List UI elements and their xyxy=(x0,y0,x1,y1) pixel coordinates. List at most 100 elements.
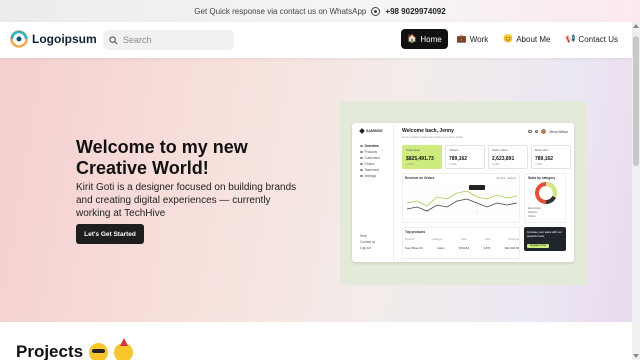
nav-work-label: Work xyxy=(469,34,489,44)
mockup-menu-label: Statement xyxy=(364,168,380,172)
search-input[interactable] xyxy=(123,35,223,45)
mockup-menu-label: Customers xyxy=(364,156,380,160)
table-cell: Audio xyxy=(437,246,445,250)
mockup-category-legend: Electronics Fashion Others xyxy=(528,207,541,219)
hero-title: Welcome to my new Creative World! xyxy=(76,137,248,178)
mockup-main: Welcome back, Jenny Here's what's happen… xyxy=(400,123,574,262)
dashboard-mockup: SAMWISE Overview Products Customers Orde… xyxy=(352,123,574,262)
mockup-promo-card: Increase your sales with our powerful to… xyxy=(524,227,566,251)
stat-value: 789,162 xyxy=(449,156,468,162)
dashboard-preview-image: SAMWISE Overview Products Customers Orde… xyxy=(340,101,587,285)
menu-item-icon xyxy=(360,156,363,160)
announcement-bar: Get Quick response via contact us on Wha… xyxy=(0,0,640,22)
mockup-greeting: Welcome back, Jenny xyxy=(402,128,454,134)
stat-change: +1.2% xyxy=(492,163,500,166)
mockup-menu-item: Settings xyxy=(360,173,380,179)
mockup-products-title: Top products xyxy=(405,230,426,234)
mockup-category-panel: Sales by category Electronics Fashion Ot… xyxy=(524,173,566,223)
mockup-sidebar: SAMWISE Overview Products Customers Orde… xyxy=(352,123,394,262)
stat-change: +1.2% xyxy=(535,163,543,166)
stat-label: Visitors xyxy=(449,148,459,152)
stat-label: Refunded xyxy=(535,148,549,152)
mockup-search-icon xyxy=(528,129,532,134)
nav-about-label: About Me xyxy=(516,34,551,44)
promo-button: Upgrade to Pro xyxy=(527,244,549,248)
mockup-menu-label: Orders xyxy=(364,162,375,166)
mockup-revenue-chart: Revenue on Orders All time · Export xyxy=(402,173,520,223)
legend-item: Others xyxy=(528,215,536,218)
nav-home-label: Home xyxy=(420,34,442,44)
mockup-menu-label: Products xyxy=(364,150,378,154)
menu-item-icon xyxy=(360,144,363,148)
nav-home[interactable]: 🏠 Home xyxy=(401,29,448,49)
table-header-cell: Category xyxy=(432,238,443,241)
main-nav: 🏠 Home 💼 Work 😊 About Me 📢 Contact Us xyxy=(401,29,624,49)
announcement-text: Get Quick response via contact us on Wha… xyxy=(194,6,367,16)
stat-value: $825,491.73 xyxy=(406,156,434,162)
mockup-line-chart xyxy=(406,185,518,215)
mockup-logo-icon xyxy=(359,128,365,134)
nav-about[interactable]: 😊 About Me xyxy=(497,29,556,49)
nav-work[interactable]: 💼 Work xyxy=(451,29,495,49)
scroll-down-arrow-icon[interactable] xyxy=(633,354,639,358)
mockup-menu-label: Overview xyxy=(364,144,379,148)
mockup-stats: Total sales $825,491.73 +1.2% Visitors 7… xyxy=(402,145,571,169)
hero-description: Kirit Goti is a designer focused on buil… xyxy=(76,182,297,219)
stat-card: Refunded 789,162 +1.2% xyxy=(531,145,571,169)
menu-item-icon xyxy=(360,150,363,154)
table-header-cell: Sold xyxy=(485,238,491,241)
stat-label: Total orders xyxy=(492,148,508,152)
logo-icon xyxy=(10,30,28,48)
sunglasses-emoji-icon xyxy=(89,342,109,360)
mockup-donut-chart xyxy=(535,182,557,204)
search-icon xyxy=(109,35,118,44)
projects-heading: Projects xyxy=(16,337,134,360)
mockup-table-header: Product Category Price Sold Revenue xyxy=(405,238,519,241)
table-cell: $734.82 xyxy=(458,246,469,250)
scroll-up-arrow-icon[interactable] xyxy=(633,24,639,28)
stat-card: Total sales $825,491.73 +1.2% xyxy=(402,145,442,169)
mockup-user-name: Jenny Wilson xyxy=(549,129,568,134)
mockup-brand: SAMWISE xyxy=(359,128,383,134)
nav-contact-label: Contact Us xyxy=(578,34,618,44)
mockup-bell-icon xyxy=(534,129,539,134)
stat-card: Visitors 789,162 +1.2% xyxy=(445,145,485,169)
mockup-avatar xyxy=(541,129,547,134)
hero-section: Welcome to my new Creative World! Kirit … xyxy=(0,58,632,322)
logo-text: Logoipsum xyxy=(32,32,97,46)
table-header-cell: Price xyxy=(460,238,467,241)
smiley-icon: 😊 xyxy=(503,34,514,43)
mockup-user: Jenny Wilson xyxy=(528,129,568,134)
scrollbar-thumb[interactable] xyxy=(633,36,639,166)
page-scrollbar[interactable] xyxy=(632,22,640,360)
menu-item-icon xyxy=(360,174,363,178)
mockup-products-table: Top products Product Category Price Sold… xyxy=(402,227,520,259)
whatsapp-icon xyxy=(371,6,381,16)
promo-text: Increase your sales with our powerful to… xyxy=(527,230,562,238)
mockup-category-title: Sales by category xyxy=(528,176,556,180)
mockup-chart-title: Revenue on Orders xyxy=(405,176,435,180)
mockup-menu: Overview Products Customers Orders State… xyxy=(360,143,380,179)
nav-contact[interactable]: 📢 Contact Us xyxy=(559,29,624,49)
table-header-cell: Revenue xyxy=(508,238,519,241)
house-icon: 🏠 xyxy=(407,34,418,43)
stat-label: Total sales xyxy=(406,148,421,152)
stat-change: +1.2% xyxy=(449,163,457,166)
table-cell: 3,871 xyxy=(483,246,491,250)
party-face-emoji-icon xyxy=(114,337,134,360)
mockup-chart-controls: All time · Export xyxy=(496,176,516,180)
search-box[interactable] xyxy=(103,30,234,50)
table-cell: $21,318.00 xyxy=(504,246,519,250)
table-row: Sony Bose Kit Audio $734.82 3,871 $21,31… xyxy=(405,246,519,250)
site-logo[interactable]: Logoipsum xyxy=(10,30,97,48)
stat-change: +1.2% xyxy=(406,163,414,166)
whatsapp-phone-link[interactable]: +98 9029974092 xyxy=(385,7,445,16)
mockup-help-item: Log out xyxy=(360,246,371,250)
get-started-button[interactable]: Let's Get Started xyxy=(76,224,144,244)
mockup-brand-text: SAMWISE xyxy=(366,129,383,133)
stat-value: 789,162 xyxy=(535,156,554,162)
stat-card: Total orders 2,623,891 +1.2% xyxy=(488,145,528,169)
briefcase-icon: 💼 xyxy=(456,34,467,43)
table-header-cell: Product xyxy=(405,238,414,241)
stat-value: 2,623,891 xyxy=(492,156,515,162)
